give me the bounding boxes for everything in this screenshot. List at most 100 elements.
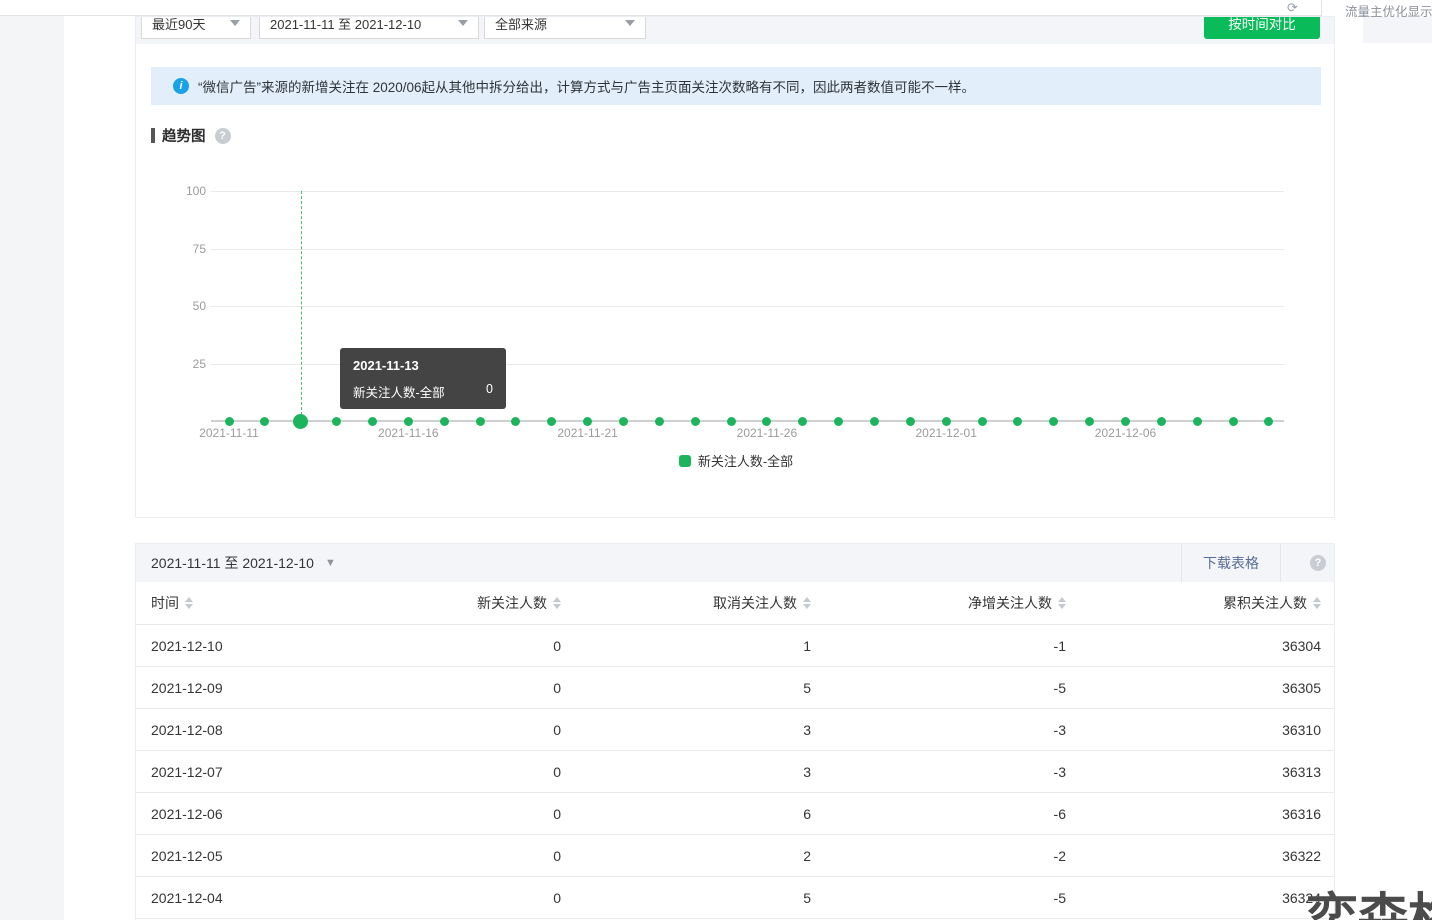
chevron-down-icon: [625, 20, 635, 26]
chart-point[interactable]: [834, 417, 843, 426]
chart-point[interactable]: [476, 417, 485, 426]
title-mark: [151, 128, 155, 143]
chart-tooltip: 2021-11-13 新关注人数-全部 0: [340, 348, 506, 409]
url-bar: [0, 0, 1322, 16]
row-date-cell: 2021-12-09: [151, 680, 411, 696]
sort-icon[interactable]: [1313, 597, 1321, 609]
column-header[interactable]: 新关注人数: [411, 593, 561, 613]
chart-legend[interactable]: 新关注人数-全部: [136, 451, 1335, 470]
trend-section-title: 趋势图 ?: [151, 125, 231, 146]
chart-point[interactable]: [225, 417, 234, 426]
chart-point[interactable]: [1085, 417, 1094, 426]
chart-point[interactable]: [583, 417, 592, 426]
y-axis-tick-label: 50: [146, 299, 206, 313]
chart-point[interactable]: [547, 417, 556, 426]
row-value-cell: -5: [811, 680, 1066, 696]
y-axis-tick-label: 75: [146, 242, 206, 256]
chart-point[interactable]: [655, 417, 664, 426]
compare-by-time-button[interactable]: 按时间对比: [1204, 16, 1320, 39]
header-right-link[interactable]: 流量主优化显示: [1345, 1, 1432, 20]
table-date-range[interactable]: 2021-11-11 至 2021-12-10: [151, 553, 314, 573]
chart-point[interactable]: [511, 417, 520, 426]
chart-point[interactable]: [260, 417, 269, 426]
chart-point[interactable]: [906, 417, 915, 426]
date-range-select[interactable]: 2021-11-11 至 2021-12-10: [259, 16, 479, 39]
table-body: 2021-12-1001-1363042021-12-0905-53630520…: [136, 624, 1334, 920]
column-header-label: 时间: [151, 593, 179, 613]
notice-text: “微信广告”来源的新增关注在 2020/06起从其他中拆分给出，计算方式与广告主…: [198, 76, 975, 96]
row-value-cell: 36304: [1066, 638, 1321, 654]
chart-point[interactable]: [1264, 417, 1273, 426]
row-date-cell: 2021-12-08: [151, 722, 411, 738]
row-date-cell: 2021-12-06: [151, 806, 411, 822]
row-value-cell: -1: [811, 638, 1066, 654]
sort-icon[interactable]: [553, 597, 561, 609]
row-value-cell: 0: [411, 806, 561, 822]
highlight-guide-line: [301, 191, 302, 415]
chart-point[interactable]: [404, 417, 413, 426]
chart-point[interactable]: [619, 417, 628, 426]
row-date-cell: 2021-12-07: [151, 764, 411, 780]
table-row: 2021-12-0606-636316: [136, 792, 1334, 834]
chart-point[interactable]: [1121, 417, 1130, 426]
chart-point[interactable]: [440, 417, 449, 426]
column-header-label: 净增关注人数: [968, 593, 1052, 613]
trend-panel: 最近90天 2021-11-11 至 2021-12-10 全部来源 按时间对比…: [135, 16, 1335, 518]
chart-point[interactable]: [1013, 417, 1022, 426]
row-value-cell: 2: [561, 848, 811, 864]
date-range-value: 2021-11-11 至 2021-12-10: [270, 16, 421, 33]
gridline: [211, 306, 1284, 307]
chart-point[interactable]: [293, 414, 308, 429]
table-row: 2021-12-0405-536324: [136, 876, 1334, 918]
sort-icon[interactable]: [185, 597, 193, 609]
row-value-cell: 3: [561, 764, 811, 780]
y-axis-tick-label: 25: [146, 357, 206, 371]
row-value-cell: 5: [561, 680, 811, 696]
watermark-text: 奕森格: [1306, 876, 1432, 920]
download-table-button[interactable]: 下载表格: [1181, 544, 1281, 582]
chart-point[interactable]: [1193, 417, 1202, 426]
table-row: 2021-12-0803-336310: [136, 708, 1334, 750]
chart-point[interactable]: [870, 417, 879, 426]
chart-point[interactable]: [332, 417, 341, 426]
row-value-cell: 0: [411, 680, 561, 696]
chevron-down-icon: [458, 20, 468, 26]
chart-point[interactable]: [798, 417, 807, 426]
source-select-value: 全部来源: [495, 16, 547, 33]
page: q.com/misc/useranalysis?=&token=16379650…: [0, 0, 1432, 920]
chart-point[interactable]: [1157, 417, 1166, 426]
column-header[interactable]: 净增关注人数: [811, 593, 1066, 613]
column-header[interactable]: 累积关注人数: [1066, 593, 1321, 613]
table-help-icon[interactable]: ?: [1310, 555, 1326, 571]
source-select[interactable]: 全部来源: [484, 16, 646, 39]
chart-point[interactable]: [762, 417, 771, 426]
chart-point[interactable]: [727, 417, 736, 426]
column-header-label: 累积关注人数: [1223, 593, 1307, 613]
chart-point[interactable]: [691, 417, 700, 426]
period-select[interactable]: 最近90天: [141, 16, 251, 39]
row-value-cell: 6: [561, 806, 811, 822]
notice-banner: i “微信广告”来源的新增关注在 2020/06起从其他中拆分给出，计算方式与广…: [151, 67, 1321, 105]
row-value-cell: 36324: [1066, 890, 1321, 906]
help-icon[interactable]: ?: [215, 128, 231, 144]
chart-point[interactable]: [1229, 417, 1238, 426]
chart-point[interactable]: [368, 417, 377, 426]
tooltip-value: 0: [486, 382, 493, 401]
column-header[interactable]: 时间: [151, 593, 411, 613]
row-value-cell: 36310: [1066, 722, 1321, 738]
chevron-down-icon[interactable]: ▼: [325, 557, 336, 569]
period-select-value: 最近90天: [152, 16, 205, 33]
chart-point[interactable]: [978, 417, 987, 426]
chart-point[interactable]: [942, 417, 951, 426]
row-value-cell: 1: [561, 638, 811, 654]
chart-point[interactable]: [1049, 417, 1058, 426]
section-title-text: 趋势图: [162, 125, 206, 146]
row-value-cell: -5: [811, 890, 1066, 906]
sort-icon[interactable]: [1058, 597, 1066, 609]
row-value-cell: 36322: [1066, 848, 1321, 864]
row-value-cell: -3: [811, 764, 1066, 780]
column-header[interactable]: 取消关注人数: [561, 593, 811, 613]
refresh-icon[interactable]: ⟳: [1287, 0, 1298, 15]
sort-icon[interactable]: [803, 597, 811, 609]
legend-swatch-icon: [679, 455, 691, 467]
